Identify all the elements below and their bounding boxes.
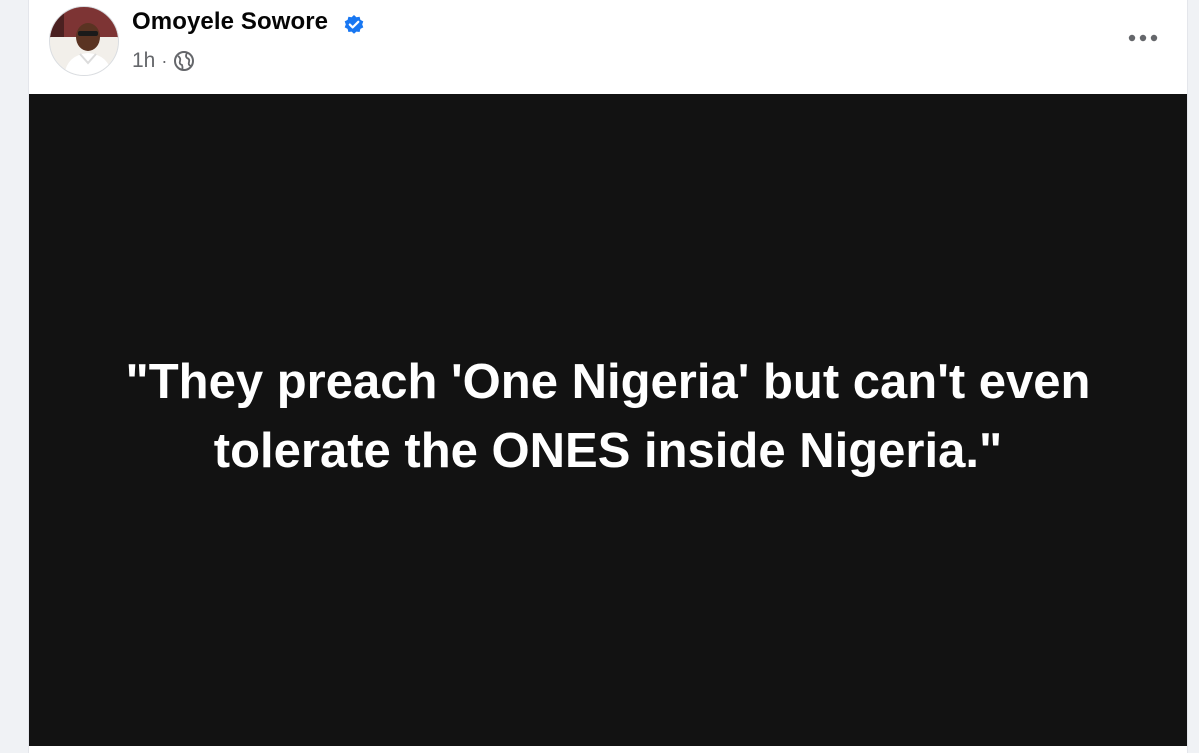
post-header: Omoyele Sowore 1h · bbox=[29, 0, 1187, 94]
more-options-button[interactable] bbox=[1125, 24, 1161, 52]
profile-photo-icon bbox=[50, 7, 118, 75]
author-avatar[interactable] bbox=[49, 6, 119, 76]
verified-badge-icon bbox=[344, 15, 364, 34]
ellipsis-icon bbox=[1128, 34, 1158, 42]
post-footer-edge bbox=[29, 746, 1187, 753]
image-quote-text: "They preach 'One Nigeria' but can't eve… bbox=[125, 355, 1091, 478]
post-image[interactable]: "They preach 'One Nigeria' but can't eve… bbox=[29, 94, 1187, 746]
post-timestamp[interactable]: 1h bbox=[132, 49, 155, 73]
post-card: Omoyele Sowore 1h · "They preach 'One Ni… bbox=[28, 0, 1188, 753]
post-meta: 1h · bbox=[132, 48, 195, 74]
meta-separator: · bbox=[161, 51, 168, 71]
author-name[interactable]: Omoyele Sowore bbox=[132, 8, 328, 36]
globe-icon[interactable] bbox=[173, 50, 195, 72]
